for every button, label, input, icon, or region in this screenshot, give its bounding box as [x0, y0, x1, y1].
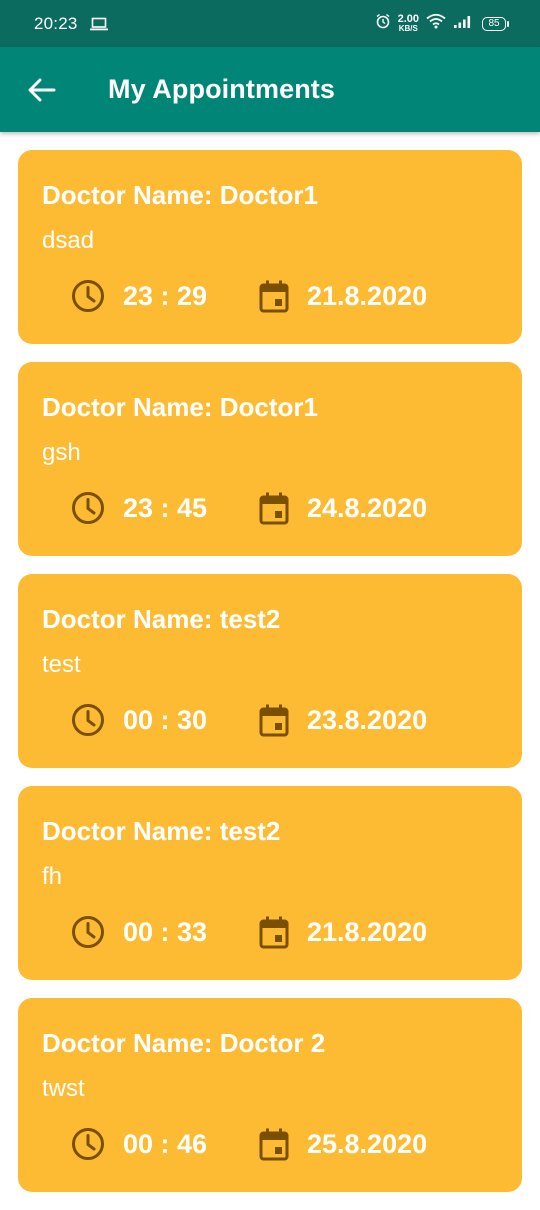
appointment-card[interactable]: Doctor Name: Doctor1 gsh 23 : 45 24.8.20…	[18, 362, 522, 556]
clock-icon	[72, 704, 104, 736]
clock-icon	[72, 1128, 104, 1160]
network-speed-value: 2.00	[397, 12, 419, 25]
calendar-icon	[259, 280, 289, 313]
status-indicators: 2.00 KB/S 85	[375, 12, 509, 34]
appointment-date: 21.8.2020	[307, 916, 428, 947]
appointment-card[interactable]: Doctor Name: test2 fh 00 : 33 21.8.2020	[18, 786, 522, 980]
doctor-name: Doctor Name: test2	[42, 604, 281, 634]
clock-icon	[72, 492, 104, 524]
appointment-card[interactable]: Doctor Name: Doctor1 dsad 23 : 29 21.8.2…	[18, 150, 522, 344]
wifi-icon	[426, 13, 446, 34]
appointment-description: twst	[42, 1075, 85, 1102]
status-time: 20:23	[34, 13, 78, 33]
clock-icon	[72, 280, 104, 312]
appointment-meta: 00 : 46 25.8.2020	[70, 1126, 427, 1162]
appointment-description: dsad	[42, 227, 95, 254]
appointment-time: 23 : 29	[123, 280, 208, 311]
appointments-list: Doctor Name: Doctor1 dsad 23 : 29 21.8.2…	[18, 150, 522, 1210]
network-speed: 2.00 KB/S	[397, 12, 419, 33]
app-bar: My Appointments	[0, 47, 540, 132]
page-title: My Appointments	[108, 74, 335, 104]
network-speed-unit: KB/S	[398, 23, 418, 33]
appointment-card[interactable]: Doctor Name: Doctor 2 twst 00 : 46 25.8.…	[18, 998, 522, 1192]
battery-icon: 85	[482, 16, 509, 31]
appointment-time: 00 : 33	[123, 916, 208, 947]
alarm-icon	[375, 13, 391, 34]
appointment-meta: 00 : 30 23.8.2020	[70, 702, 427, 738]
appointment-meta: 23 : 29 21.8.2020	[70, 278, 427, 314]
appointment-date: 24.8.2020	[307, 492, 428, 523]
appointment-meta: 23 : 45 24.8.2020	[70, 490, 427, 526]
doctor-name: Doctor Name: Doctor 2	[42, 1028, 326, 1058]
appointment-description: test	[42, 651, 81, 678]
appointment-time: 00 : 46	[123, 1128, 208, 1159]
signal-icon	[453, 14, 471, 34]
calendar-icon	[259, 492, 289, 525]
appointment-card[interactable]: Doctor Name: test2 test 00 : 30 23.8.202…	[18, 574, 522, 768]
doctor-name: Doctor Name: test2	[42, 816, 281, 846]
status-bar: 20:23 2.00 KB/S 85	[0, 0, 540, 47]
appointment-time: 00 : 30	[123, 704, 208, 735]
appointment-meta: 00 : 33 21.8.2020	[70, 914, 427, 950]
laptop-icon	[89, 17, 108, 31]
doctor-name: Doctor Name: Doctor1	[42, 392, 318, 422]
appointment-description: gsh	[42, 439, 81, 466]
clock-icon	[72, 916, 104, 948]
calendar-icon	[259, 704, 289, 737]
calendar-icon	[259, 916, 289, 949]
appointment-date: 23.8.2020	[307, 704, 428, 735]
calendar-icon	[259, 1128, 289, 1161]
arrow-left-icon	[28, 78, 56, 101]
appointment-description: fh	[42, 863, 63, 890]
doctor-name: Doctor Name: Doctor1	[42, 180, 318, 210]
appointment-date: 21.8.2020	[307, 280, 428, 311]
appointment-time: 23 : 45	[123, 492, 208, 523]
back-button[interactable]	[12, 60, 72, 120]
appointment-date: 25.8.2020	[307, 1128, 428, 1159]
